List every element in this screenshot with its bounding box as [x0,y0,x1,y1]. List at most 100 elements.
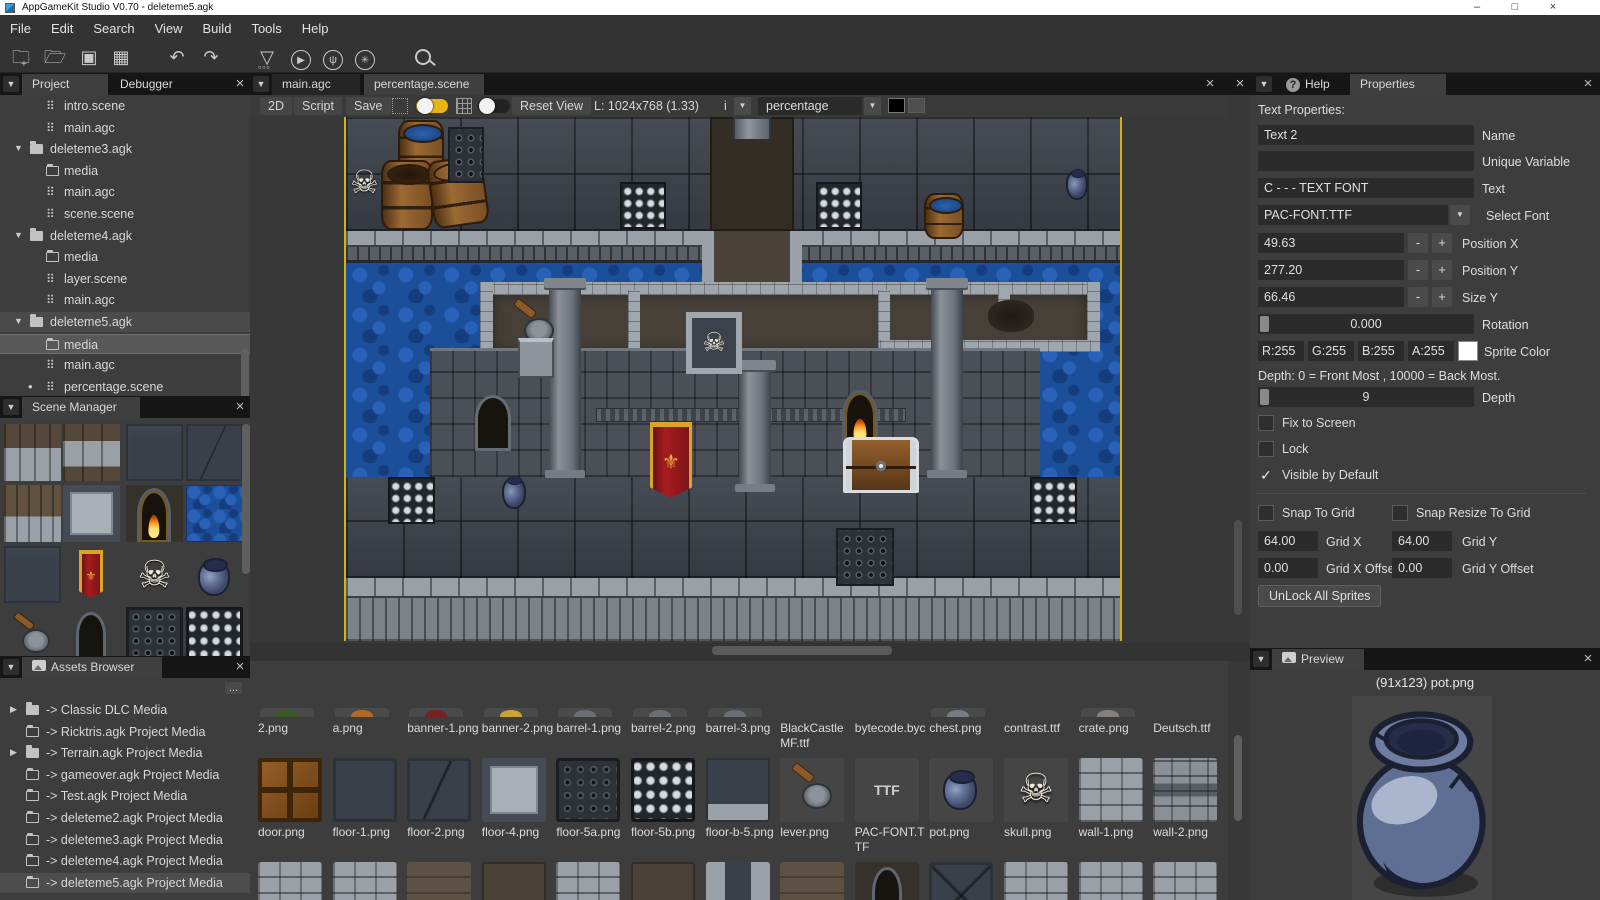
text-field[interactable]: C - - - TEXT FONT [1258,178,1474,198]
media-thumb-row3[interactable] [482,862,546,900]
media-thumb-row3[interactable] [1079,862,1143,900]
color-b-field[interactable]: B:255 [1358,341,1404,361]
undo-icon[interactable]: ↶ [164,45,190,69]
menu-edit[interactable]: Edit [41,15,83,42]
thumb-sliver[interactable] [708,708,762,717]
editor-tab-percentage.scene[interactable]: percentage.scene [364,74,484,95]
position-x-minus-button[interactable]: - [1408,233,1428,253]
media-file-PAC-FONT.TTF[interactable]: PAC-FONT.TTF [855,825,927,855]
expand-arrow-icon[interactable]: ▶ [10,747,17,758]
save-all-icon[interactable]: ▦ [108,45,134,69]
panel-menu-icon[interactable]: ▼ [253,76,269,92]
scene-tile-fire[interactable] [126,485,183,542]
position-y-plus-button[interactable]: + [1432,260,1452,280]
tree-item-media[interactable]: media [0,247,250,267]
media-file-barrel-1.png[interactable]: barrel-1.png [556,721,628,736]
media-thumb-wall-2.png[interactable] [1153,758,1217,822]
media-thumb-floor-5a.png[interactable] [556,758,620,822]
sprite-potsmall[interactable] [502,477,526,509]
tree-item-main.agc[interactable]: ⠿main.agc [0,182,250,202]
media-thumb-row3[interactable] [556,862,620,900]
media-thumb-floor-b-5.png[interactable] [706,758,770,822]
sprite-dots[interactable] [836,528,894,586]
name-field[interactable]: Text 2 [1258,125,1474,145]
thumb-sliver[interactable] [260,708,314,717]
media-file-floor-2.png[interactable]: floor-2.png [407,825,479,840]
media-file-barrel-2.png[interactable]: barrel-2.png [631,721,703,736]
depth-slider[interactable]: 9 [1258,387,1474,407]
media-file-2.png[interactable]: 2.png [258,721,330,736]
asset-item[interactable]: -> Test.agk Project Media [0,786,250,806]
scene-map[interactable]: ☠ [346,117,1120,641]
assets-more-button[interactable]: ... [225,682,242,694]
minimize-button[interactable]: – [1462,0,1492,15]
scene-tile-arch[interactable] [63,607,120,656]
sprite-spikes[interactable] [388,477,435,524]
expand-arrow-icon[interactable]: ▼ [14,316,23,326]
thumb-sliver[interactable] [931,708,985,717]
scene-tile-darkcrack[interactable] [186,424,243,481]
asset-item[interactable]: ▶-> Terrain.agk Project Media [0,743,250,763]
search-icon[interactable] [410,45,436,69]
scene-select-combo[interactable]: percentage [758,97,862,115]
asset-item[interactable]: -> deleteme5.agk Project Media [0,873,250,893]
thumb-sliver[interactable] [558,708,612,717]
scene-tile-walldirt3[interactable] [4,485,61,542]
close-right-dock-icon[interactable]: × [1580,75,1596,93]
chevron-down-icon[interactable]: ▼ [734,97,751,115]
scene-color-swatch[interactable] [888,98,905,113]
scene-tile-walldirt1[interactable] [4,424,61,481]
fix-to-screen-checkbox[interactable] [1258,415,1274,431]
media-thumb-row3[interactable] [258,862,322,900]
unique-variable-field[interactable] [1258,151,1474,171]
close-assets-browser-icon[interactable]: × [232,658,248,676]
media-file-barrel-3.png[interactable]: barrel-3.png [706,721,778,736]
tab-scene-manager[interactable]: Scene Manager [22,397,140,418]
close-scene-manager-icon[interactable]: × [232,398,248,416]
sprite-hole[interactable] [988,300,1034,332]
editor-tab-main.agc[interactable]: main.agc [272,74,360,95]
sprite-brick[interactable] [480,282,493,352]
new-project-icon[interactable]: 🗀+ [8,45,34,69]
script-button[interactable]: Script [294,97,342,115]
tab-properties[interactable]: Properties [1350,74,1446,95]
media-file-door.png[interactable]: door.png [258,825,330,840]
scene-tile-dots[interactable] [126,607,183,656]
scene-tile-banner[interactable] [63,546,120,603]
scene-manager-scrollbar[interactable] [242,424,250,574]
media-file-wall-1.png[interactable]: wall-1.png [1079,825,1151,840]
position-y-minus-button[interactable]: - [1408,260,1428,280]
tab-preview[interactable]: Preview [1272,649,1364,670]
media-thumb-lever.png[interactable] [780,758,844,822]
panel-menu-icon[interactable]: ▼ [1256,76,1272,92]
tree-item-main.agc[interactable]: ⠿main.agc [0,290,250,310]
grid-snap-toggle-icon[interactable] [392,98,408,114]
tree-item-deleteme4.agk[interactable]: ▼deleteme4.agk [0,226,250,246]
media-thumb-floor-5b.png[interactable] [631,758,695,822]
media-thumb-wall-1.png[interactable] [1079,758,1143,822]
font-field[interactable]: PAC-FONT.TTF [1258,205,1448,225]
sprite-spikes[interactable] [1030,477,1077,524]
close-preview-icon[interactable]: × [1580,650,1596,668]
media-file-lever.png[interactable]: lever.png [780,825,852,840]
media-v-scrollbar[interactable] [1234,735,1242,821]
media-thumb-row3[interactable] [1153,862,1217,900]
thumb-sliver[interactable] [484,708,538,717]
sprite-spikes[interactable] [816,182,862,229]
media-file-floor-5b.png[interactable]: floor-5b.png [631,825,703,840]
media-thumb-floor-1.png[interactable] [333,758,397,822]
color-a-field[interactable]: A:255 [1408,341,1454,361]
tree-item-layer.scene[interactable]: ⠿layer.scene [0,269,250,289]
media-thumb-floor-4.png[interactable] [482,758,546,822]
canvas-v-scrollbar[interactable] [1234,520,1242,615]
menu-help[interactable]: Help [292,15,339,42]
sprite-pillartop[interactable] [733,117,771,139]
thumb-sliver[interactable] [335,708,389,717]
menu-view[interactable]: View [145,15,193,42]
tree-item-percentage.scene[interactable]: •⠿percentage.scene [0,377,250,396]
position-x-field[interactable]: 49.63 [1258,233,1404,253]
menu-tools[interactable]: Tools [241,15,291,42]
expand-arrow-icon[interactable]: ▶ [10,704,17,715]
media-file-pot.png[interactable]: pot.png [929,825,1001,840]
sprite-barrel[interactable] [924,193,964,239]
